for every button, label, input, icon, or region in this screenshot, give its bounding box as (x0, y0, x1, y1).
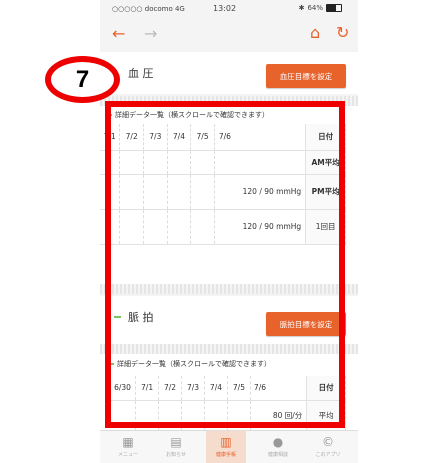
battery-percent: 64% (307, 4, 323, 12)
reload-icon[interactable]: ↻ (336, 25, 349, 41)
blood-pressure-header: 血 圧 血圧目標を設定 (100, 52, 358, 94)
step-number-badge: 7 (45, 56, 120, 103)
forward-arrow-icon[interactable]: → (144, 26, 157, 42)
highlight-box (105, 101, 345, 428)
copyright-icon: © (322, 435, 334, 449)
tab-bar: ▦ メニュー ▤ お知らせ ▥ 健康手帳 ● 健康相談 © このアプリ (100, 430, 358, 463)
tab-health-book[interactable]: ▥ 健康手帳 (206, 431, 246, 463)
home-icon[interactable]: ⌂ (310, 25, 320, 41)
back-arrow-icon[interactable]: ← (112, 26, 125, 42)
tab-menu[interactable]: ▦ メニュー (108, 431, 148, 463)
bp-goal-button[interactable]: 血圧目標を設定 (266, 64, 346, 88)
tab-about[interactable]: © このアプリ (308, 431, 348, 463)
news-icon: ▤ (170, 435, 182, 449)
nav-bar: ← → ⌂ ↻ (100, 20, 358, 46)
tab-news[interactable]: ▤ お知らせ (156, 431, 196, 463)
blood-pressure-title: 血 圧 (128, 67, 154, 80)
grid-icon: ▦ (122, 435, 134, 449)
bluetooth-icon: ✱ (298, 4, 305, 12)
clock: 13:02 (213, 4, 237, 13)
tab-consult[interactable]: ● 健康相談 (258, 431, 298, 463)
battery-icon (326, 4, 342, 12)
book-icon: ▥ (220, 435, 232, 449)
status-right-group: ✱ 64% (299, 4, 342, 12)
carrier-label: ○○○○○ docomo 4G (112, 5, 185, 13)
person-icon: ● (272, 435, 284, 449)
status-bar: ○○○○○ docomo 4G 13:02 ✱ 64% (100, 0, 358, 18)
